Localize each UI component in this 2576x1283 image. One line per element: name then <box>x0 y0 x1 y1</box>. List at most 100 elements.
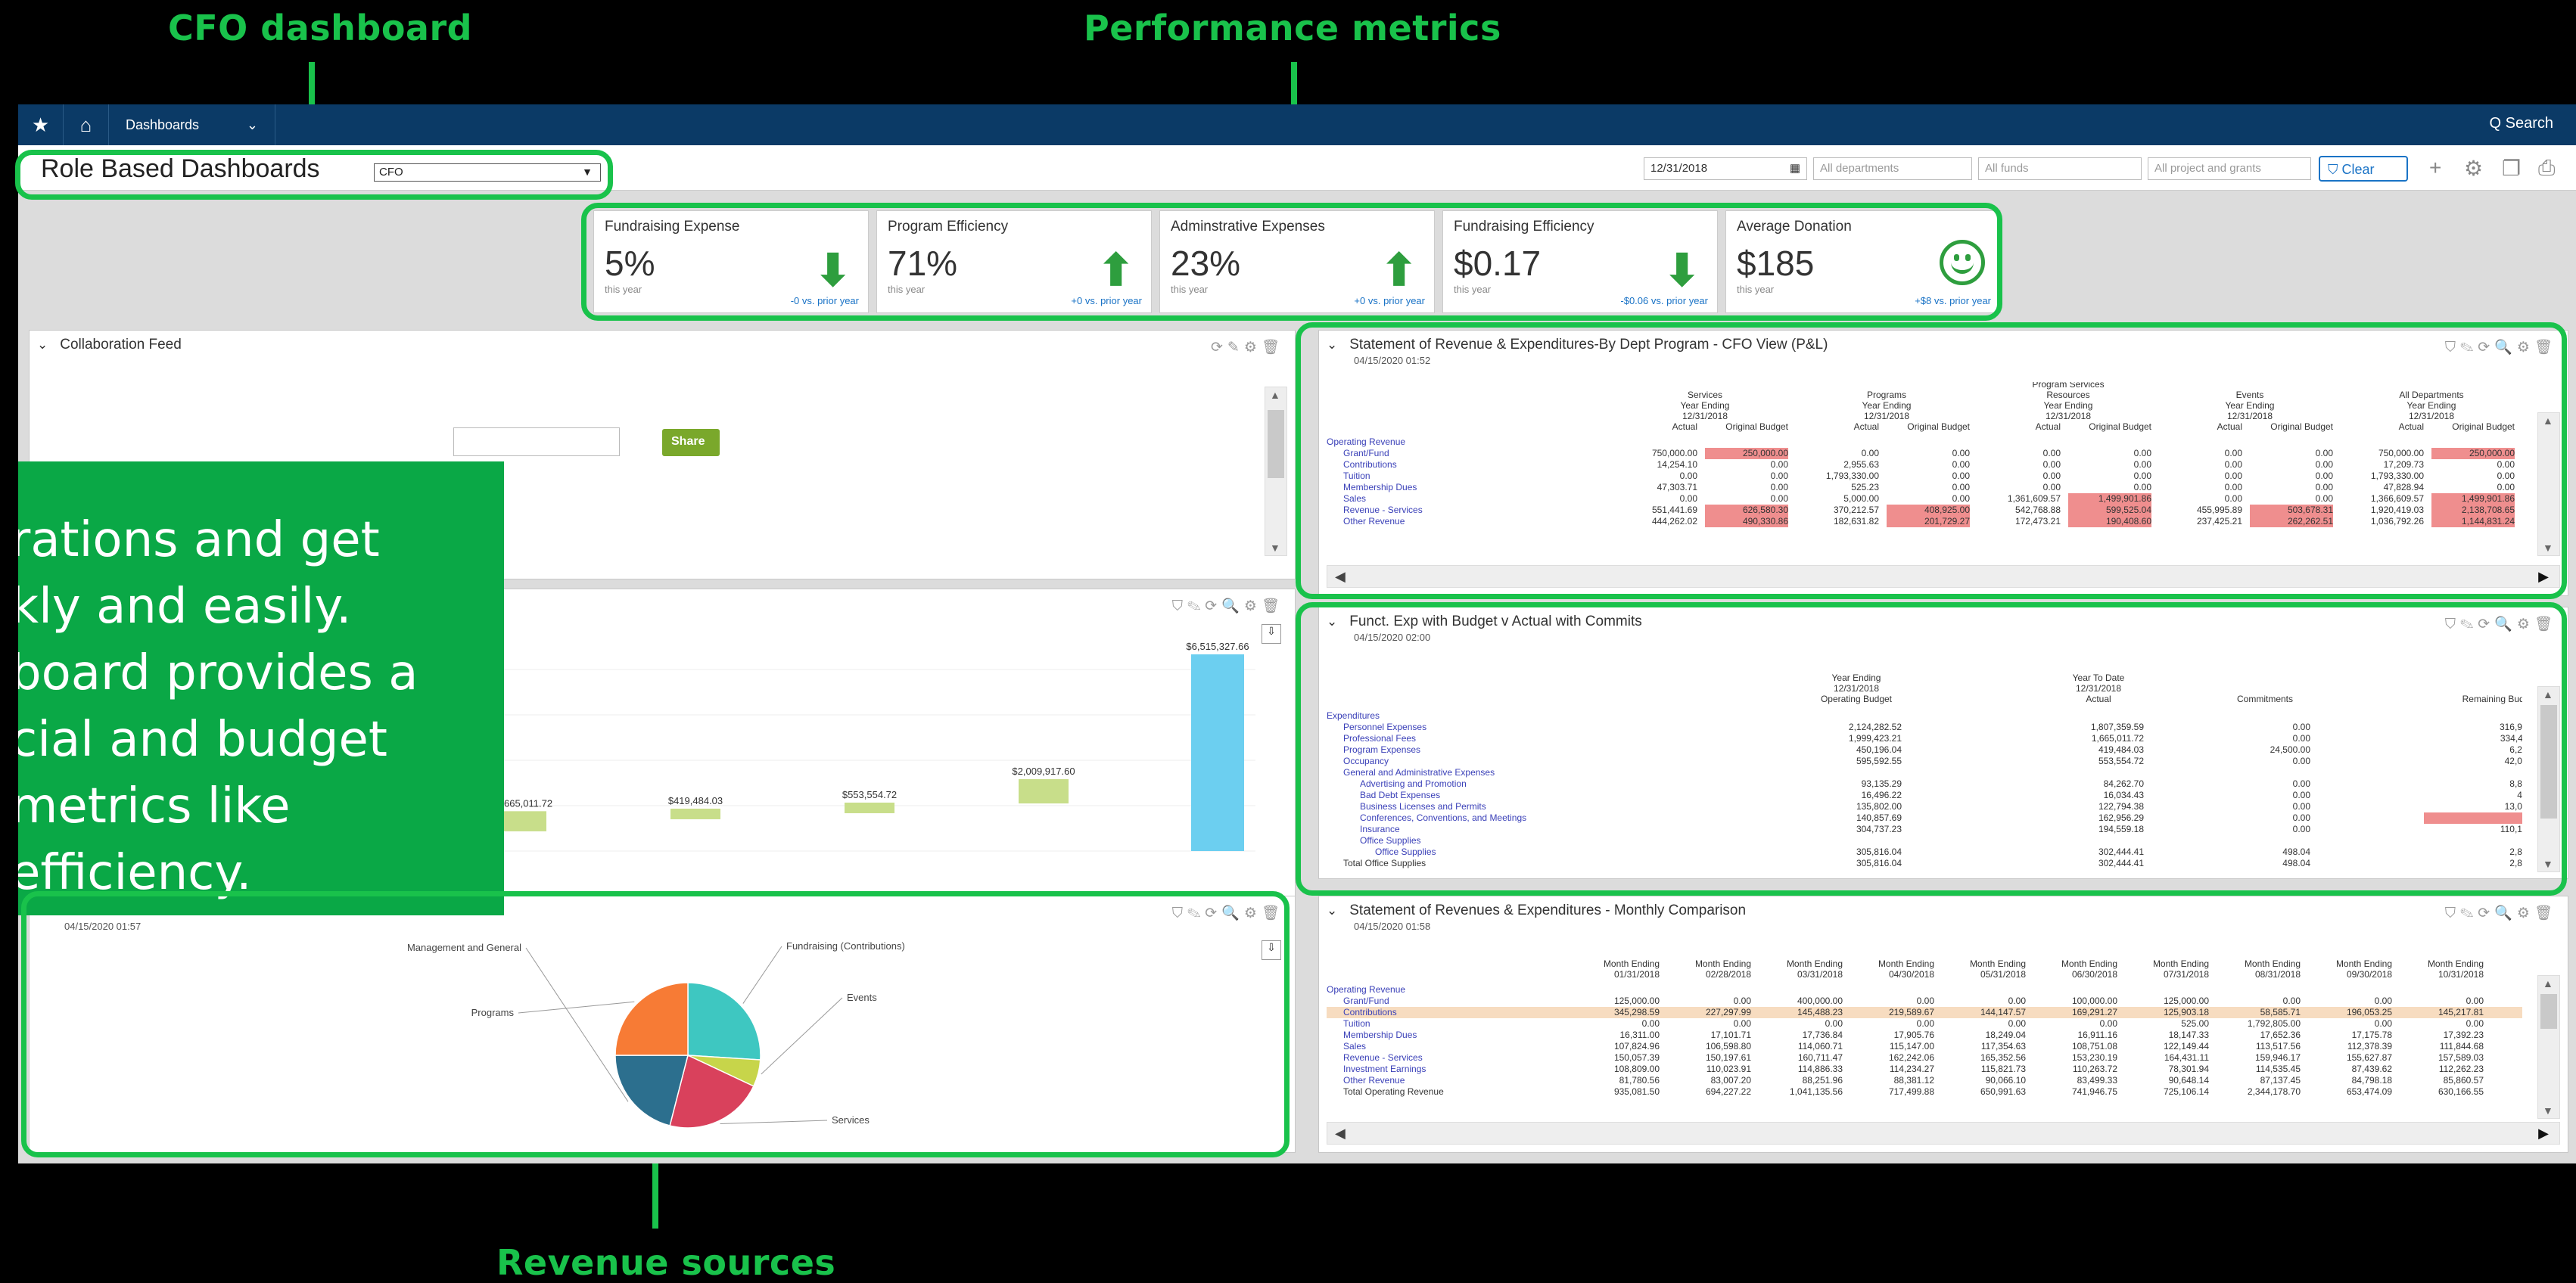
waterfall-bar[interactable] <box>845 802 894 813</box>
row-label[interactable]: Membership Dues <box>1343 1030 1417 1041</box>
scroll-up-icon: ▲ <box>1270 389 1280 401</box>
table-cell: 114,535.45 <box>2255 1064 2301 1074</box>
departments-filter[interactable]: All departments <box>1813 157 1972 180</box>
table-cell: 111,844.68 <box>2439 1041 2484 1052</box>
stmt3-date: 04/15/2020 01:58 <box>1354 921 1431 932</box>
table-row[interactable]: Total Operating Revenue 935,081.50 694,227… <box>1327 1086 2522 1098</box>
table-row[interactable]: Contributions 345,298.59 227,297.99 145,488… <box>1327 1007 2522 1018</box>
home-icon[interactable]: ⌂ <box>64 104 109 145</box>
callout-revenue-sources: Revenue sources <box>496 1242 836 1283</box>
table-header: Month Ending 01/31/2018 Month Ending 02/28/… <box>1327 958 2522 984</box>
funds-filter[interactable]: All funds <box>1978 157 2142 180</box>
table-row[interactable]: Other Revenue 81,780.56 83,007.20 88,251.96… <box>1327 1075 2522 1086</box>
row-label[interactable]: Grant/Fund <box>1343 996 1389 1007</box>
table-cell: 113,517.56 <box>2255 1041 2301 1052</box>
table-cell: 114,060.71 <box>1797 1041 1843 1052</box>
table-cell: 17,652.36 <box>2260 1030 2301 1040</box>
table-cell: 16,911.16 <box>2077 1030 2118 1040</box>
row-label[interactable]: Total Operating Revenue <box>1343 1086 1444 1098</box>
row-label[interactable]: Other Revenue <box>1343 1075 1405 1086</box>
waterfall-bar[interactable] <box>670 808 720 819</box>
table-cell: 150,197.61 <box>1705 1052 1751 1063</box>
column-header: Month Ending <box>2152 958 2209 969</box>
collapse-chevron-icon[interactable]: ⌄ <box>1327 903 1337 918</box>
print-icon[interactable]: ⎙ <box>2538 156 2555 181</box>
row-label[interactable]: Revenue - Services <box>1343 1052 1423 1064</box>
table-cell: 83,007.20 <box>1710 1075 1751 1086</box>
panel-tools[interactable]: ⛉✎⟳🔍⚙🗑 <box>1172 597 1284 615</box>
post-input[interactable] <box>453 427 620 456</box>
bar-data-label: $419,484.03 <box>668 795 723 806</box>
caption-line: board provides a <box>18 645 418 701</box>
table-cell: 115,147.00 <box>1889 1041 1934 1052</box>
star-icon[interactable]: ★ <box>18 104 64 145</box>
table-row[interactable]: Investment Earnings 108,809.00 110,023.91 1… <box>1327 1064 2522 1075</box>
table-cell: 0.00 <box>2282 996 2301 1006</box>
table-cell: 17,175.78 <box>2351 1030 2392 1040</box>
table-row[interactable]: Membership Dues 16,311.00 17,101.71 17,736.… <box>1327 1030 2522 1041</box>
bar-data-label: $553,554.72 <box>842 789 897 800</box>
row-label[interactable]: Tuition <box>1343 1018 1370 1030</box>
date-filter[interactable]: 12/31/2018 ▦ <box>1644 157 1807 180</box>
dashboards-menu[interactable]: Dashboards ⌄ <box>109 104 275 145</box>
table-cell: 741,946.75 <box>2071 1086 2117 1097</box>
scroll-up-icon: ▲ <box>2543 977 2553 989</box>
table-cell: 725,106.14 <box>2163 1086 2209 1097</box>
table-row[interactable]: Sales 107,824.96 106,598.80 114,060.71 115,1… <box>1327 1041 2522 1052</box>
caption-line: kly and easily. <box>18 579 352 635</box>
table-cell: 1,792,805.00 <box>2247 1018 2301 1029</box>
search-button[interactable]: Q Search <box>2490 115 2553 132</box>
table-cell: 106,598.80 <box>1705 1041 1751 1052</box>
table-cell: 17,905.76 <box>1893 1030 1934 1040</box>
share-button[interactable]: Share <box>662 429 720 456</box>
panel-tools[interactable]: ⟳✎⚙🗑 <box>1211 338 1284 356</box>
projects-filter[interactable]: All project and grants <box>2148 157 2311 180</box>
table-cell: 125,903.18 <box>2163 1007 2209 1017</box>
table-cell: 160,711.47 <box>1797 1052 1843 1063</box>
column-header: Month Ending <box>1786 958 1843 969</box>
add-icon[interactable]: + <box>2429 156 2441 180</box>
waterfall-bar[interactable] <box>1019 778 1069 804</box>
panel-tools[interactable]: ⛉✎⟳🔍⚙🗑 <box>2445 904 2557 922</box>
table-cell: 90,066.10 <box>1985 1075 2026 1086</box>
table-cell: 159,946.17 <box>2254 1052 2301 1063</box>
copy-icon[interactable]: ❐ <box>2502 156 2521 181</box>
table-cell: 58,585.71 <box>2260 1007 2301 1017</box>
row-label[interactable]: Sales <box>1343 1041 1366 1052</box>
table-cell: 0.00 <box>2374 996 2392 1006</box>
calendar-icon: ▦ <box>1789 162 1800 175</box>
table-cell: 144,147.57 <box>1980 1007 2026 1017</box>
table-cell: 114,234.27 <box>1889 1064 1934 1074</box>
stmt3-vscroll[interactable]: ▲ ▼ <box>2537 975 2560 1119</box>
table-cell: 165,352.56 <box>1980 1052 2026 1063</box>
table-cell: 0.00 <box>1916 996 1934 1006</box>
waterfall-bar[interactable] <box>1191 654 1244 851</box>
row-label[interactable]: Contributions <box>1343 1007 1397 1018</box>
highlight-revenue-sources <box>21 891 1290 1157</box>
table-row[interactable]: Grant/Fund 125,000.00 0.00 400,000.00 0.00 0.… <box>1327 996 2522 1007</box>
clear-filter-button[interactable]: ⛉ Clear <box>2319 156 2408 182</box>
table-row[interactable]: Tuition 0.00 0.00 0.00 0.00 0.00 0.00 525.00 1,7… <box>1327 1018 2522 1030</box>
highlight-performance-metrics <box>581 203 2002 321</box>
table-cell: 110,023.91 <box>1706 1064 1751 1074</box>
table-cell: 145,488.23 <box>1797 1007 1843 1017</box>
row-label[interactable]: Operating Revenue <box>1327 984 1405 996</box>
column-header: Month Ending <box>2335 958 2392 969</box>
scroll-left-icon: ◀ <box>1335 1126 1346 1141</box>
table-row[interactable]: Revenue - Services 150,057.39 150,197.61 16… <box>1327 1052 2522 1064</box>
table-row[interactable]: Operating Revenue <box>1327 984 2522 996</box>
stmt3-hscroll[interactable]: ◀ ▶ <box>1327 1122 2560 1145</box>
row-label[interactable]: Investment Earnings <box>1343 1064 1426 1075</box>
table-cell: 18,249.04 <box>1985 1030 2026 1040</box>
table-cell: 18,147.33 <box>2168 1030 2209 1040</box>
table-cell: 155,627.87 <box>2346 1052 2392 1063</box>
bar-data-label: $2,009,917.60 <box>1012 766 1075 777</box>
column-header: Month Ending <box>1603 958 1660 969</box>
collab-vscroll[interactable]: ▲ ▼ <box>1265 387 1287 556</box>
column-header: Month Ending <box>2244 958 2301 969</box>
table-cell: 0.00 <box>1825 1018 1843 1029</box>
gear-icon[interactable]: ⚙ <box>2464 156 2483 181</box>
table-cell: 17,392.23 <box>2443 1030 2484 1040</box>
collapse-chevron-icon[interactable]: ⌄ <box>37 337 48 352</box>
table-cell: 0.00 <box>2099 1018 2117 1029</box>
